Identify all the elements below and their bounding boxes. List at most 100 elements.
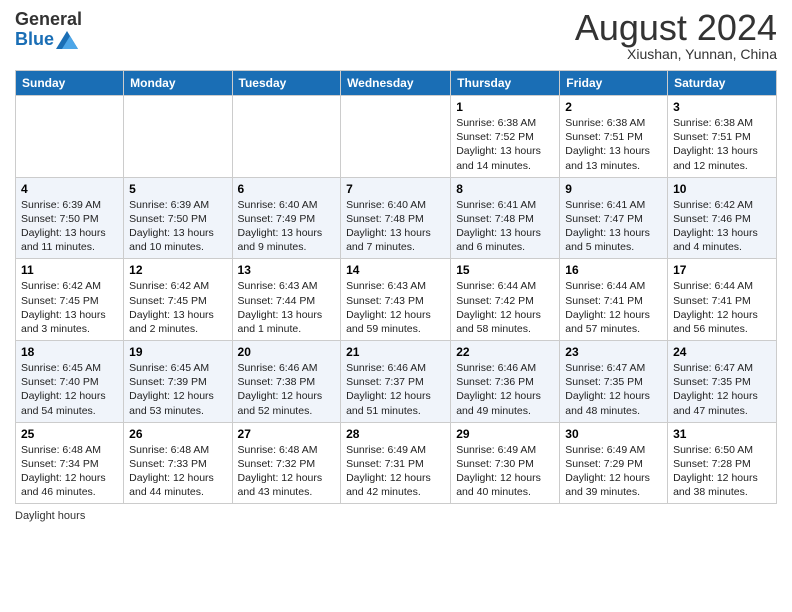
- day-info: Sunrise: 6:49 AMSunset: 7:30 PMDaylight:…: [456, 443, 554, 500]
- week-row-1: 1 Sunrise: 6:38 AMSunset: 7:52 PMDaylight…: [16, 96, 777, 178]
- day-number: 30: [565, 427, 662, 441]
- day-cell: 6 Sunrise: 6:40 AMSunset: 7:49 PMDaylight…: [232, 177, 341, 259]
- day-number: 25: [21, 427, 118, 441]
- page: General Blue August 2024 Xiushan, Yunnan…: [0, 0, 792, 612]
- day-cell: 14 Sunrise: 6:43 AMSunset: 7:43 PMDayligh…: [341, 259, 451, 341]
- day-info: Sunrise: 6:40 AMSunset: 7:48 PMDaylight:…: [346, 198, 445, 255]
- logo-general-text: General: [15, 10, 82, 30]
- day-cell: 4 Sunrise: 6:39 AMSunset: 7:50 PMDaylight…: [16, 177, 124, 259]
- day-info: Sunrise: 6:45 AMSunset: 7:39 PMDaylight:…: [129, 361, 226, 418]
- day-info: Sunrise: 6:40 AMSunset: 7:49 PMDaylight:…: [238, 198, 336, 255]
- day-info: Sunrise: 6:42 AMSunset: 7:46 PMDaylight:…: [673, 198, 771, 255]
- day-info: Sunrise: 6:42 AMSunset: 7:45 PMDaylight:…: [21, 279, 118, 336]
- day-number: 21: [346, 345, 445, 359]
- day-info: Sunrise: 6:48 AMSunset: 7:34 PMDaylight:…: [21, 443, 118, 500]
- day-number: 27: [238, 427, 336, 441]
- day-number: 23: [565, 345, 662, 359]
- calendar-body: 1 Sunrise: 6:38 AMSunset: 7:52 PMDaylight…: [16, 96, 777, 504]
- day-info: Sunrise: 6:39 AMSunset: 7:50 PMDaylight:…: [21, 198, 118, 255]
- day-number: 8: [456, 182, 554, 196]
- day-number: 10: [673, 182, 771, 196]
- logo: General Blue: [15, 10, 82, 50]
- day-info: Sunrise: 6:38 AMSunset: 7:51 PMDaylight:…: [673, 116, 771, 173]
- day-number: 15: [456, 263, 554, 277]
- day-cell: 23 Sunrise: 6:47 AMSunset: 7:35 PMDayligh…: [560, 341, 668, 423]
- header-tuesday: Tuesday: [232, 71, 341, 96]
- day-cell: 19 Sunrise: 6:45 AMSunset: 7:39 PMDayligh…: [124, 341, 232, 423]
- day-number: 6: [238, 182, 336, 196]
- day-info: Sunrise: 6:49 AMSunset: 7:29 PMDaylight:…: [565, 443, 662, 500]
- day-number: 31: [673, 427, 771, 441]
- day-cell: 18 Sunrise: 6:45 AMSunset: 7:40 PMDayligh…: [16, 341, 124, 423]
- day-cell: 7Sunrise: 6:40 AMSunset: 7:48 PMDaylight…: [341, 177, 451, 259]
- day-info: Sunrise: 6:48 AMSunset: 7:32 PMDaylight:…: [238, 443, 336, 500]
- day-number: 9: [565, 182, 662, 196]
- day-number: 17: [673, 263, 771, 277]
- header-friday: Friday: [560, 71, 668, 96]
- day-number: 4: [21, 182, 118, 196]
- day-info: Sunrise: 6:48 AMSunset: 7:33 PMDaylight:…: [129, 443, 226, 500]
- day-number: 3: [673, 100, 771, 114]
- day-cell: 5Sunrise: 6:39 AMSunset: 7:50 PMDaylight…: [124, 177, 232, 259]
- day-info: Sunrise: 6:49 AMSunset: 7:31 PMDaylight:…: [346, 443, 445, 500]
- footer: Daylight hours: [15, 510, 777, 522]
- day-number: 14: [346, 263, 445, 277]
- day-info: Sunrise: 6:43 AMSunset: 7:43 PMDaylight:…: [346, 279, 445, 336]
- day-cell: 12 Sunrise: 6:42 AMSunset: 7:45 PMDayligh…: [124, 259, 232, 341]
- day-cell: 22Sunrise: 6:46 AMSunset: 7:36 PMDayligh…: [451, 341, 560, 423]
- day-cell: 27 Sunrise: 6:48 AMSunset: 7:32 PMDayligh…: [232, 422, 341, 504]
- day-info: Sunrise: 6:45 AMSunset: 7:40 PMDaylight:…: [21, 361, 118, 418]
- day-info: Sunrise: 6:38 AMSunset: 7:52 PMDaylight:…: [456, 116, 554, 173]
- day-info: Sunrise: 6:41 AMSunset: 7:48 PMDaylight:…: [456, 198, 554, 255]
- day-cell: 24Sunrise: 6:47 AMSunset: 7:35 PMDayligh…: [668, 341, 777, 423]
- day-number: 22: [456, 345, 554, 359]
- day-cell: 26 Sunrise: 6:48 AMSunset: 7:33 PMDayligh…: [124, 422, 232, 504]
- day-number: 18: [21, 345, 118, 359]
- day-cell: 15 Sunrise: 6:44 AMSunset: 7:42 PMDayligh…: [451, 259, 560, 341]
- day-cell: 16Sunrise: 6:44 AMSunset: 7:41 PMDayligh…: [560, 259, 668, 341]
- day-cell: 21 Sunrise: 6:46 AMSunset: 7:37 PMDayligh…: [341, 341, 451, 423]
- main-title: August 2024: [575, 10, 777, 46]
- day-cell: [124, 96, 232, 178]
- day-cell: 1 Sunrise: 6:38 AMSunset: 7:52 PMDaylight…: [451, 96, 560, 178]
- day-number: 26: [129, 427, 226, 441]
- day-number: 11: [21, 263, 118, 277]
- day-cell: 20 Sunrise: 6:46 AMSunset: 7:38 PMDayligh…: [232, 341, 341, 423]
- day-number: 12: [129, 263, 226, 277]
- day-info: Sunrise: 6:44 AMSunset: 7:41 PMDaylight:…: [673, 279, 771, 336]
- day-cell: 8 Sunrise: 6:41 AMSunset: 7:48 PMDaylight…: [451, 177, 560, 259]
- header-monday: Monday: [124, 71, 232, 96]
- day-info: Sunrise: 6:47 AMSunset: 7:35 PMDaylight:…: [673, 361, 771, 418]
- logo-blue-text: Blue: [15, 30, 54, 50]
- week-row-3: 11 Sunrise: 6:42 AMSunset: 7:45 PMDayligh…: [16, 259, 777, 341]
- header-sunday: Sunday: [16, 71, 124, 96]
- day-info: Sunrise: 6:44 AMSunset: 7:42 PMDaylight:…: [456, 279, 554, 336]
- calendar-table: Sunday Monday Tuesday Wednesday Thursday…: [15, 70, 777, 504]
- day-number: 13: [238, 263, 336, 277]
- day-cell: 30 Sunrise: 6:49 AMSunset: 7:29 PMDayligh…: [560, 422, 668, 504]
- day-cell: 11 Sunrise: 6:42 AMSunset: 7:45 PMDayligh…: [16, 259, 124, 341]
- day-number: 20: [238, 345, 336, 359]
- day-number: 1: [456, 100, 554, 114]
- day-cell: 31 Sunrise: 6:50 AMSunset: 7:28 PMDayligh…: [668, 422, 777, 504]
- day-cell: 25 Sunrise: 6:48 AMSunset: 7:34 PMDayligh…: [16, 422, 124, 504]
- header-wednesday: Wednesday: [341, 71, 451, 96]
- day-info: Sunrise: 6:46 AMSunset: 7:38 PMDaylight:…: [238, 361, 336, 418]
- day-info: Sunrise: 6:42 AMSunset: 7:45 PMDaylight:…: [129, 279, 226, 336]
- day-cell: 13Sunrise: 6:43 AMSunset: 7:44 PMDayligh…: [232, 259, 341, 341]
- day-number: 16: [565, 263, 662, 277]
- day-cell: 10 Sunrise: 6:42 AMSunset: 7:46 PMDayligh…: [668, 177, 777, 259]
- day-info: Sunrise: 6:46 AMSunset: 7:37 PMDaylight:…: [346, 361, 445, 418]
- subtitle: Xiushan, Yunnan, China: [575, 46, 777, 62]
- header-saturday: Saturday: [668, 71, 777, 96]
- day-cell: [341, 96, 451, 178]
- day-cell: 9Sunrise: 6:41 AMSunset: 7:47 PMDaylight…: [560, 177, 668, 259]
- day-info: Sunrise: 6:47 AMSunset: 7:35 PMDaylight:…: [565, 361, 662, 418]
- day-number: 29: [456, 427, 554, 441]
- day-info: Sunrise: 6:50 AMSunset: 7:28 PMDaylight:…: [673, 443, 771, 500]
- title-section: August 2024 Xiushan, Yunnan, China: [575, 10, 777, 62]
- day-cell: 3 Sunrise: 6:38 AMSunset: 7:51 PMDaylight…: [668, 96, 777, 178]
- day-cell: [16, 96, 124, 178]
- day-number: 19: [129, 345, 226, 359]
- day-cell: [232, 96, 341, 178]
